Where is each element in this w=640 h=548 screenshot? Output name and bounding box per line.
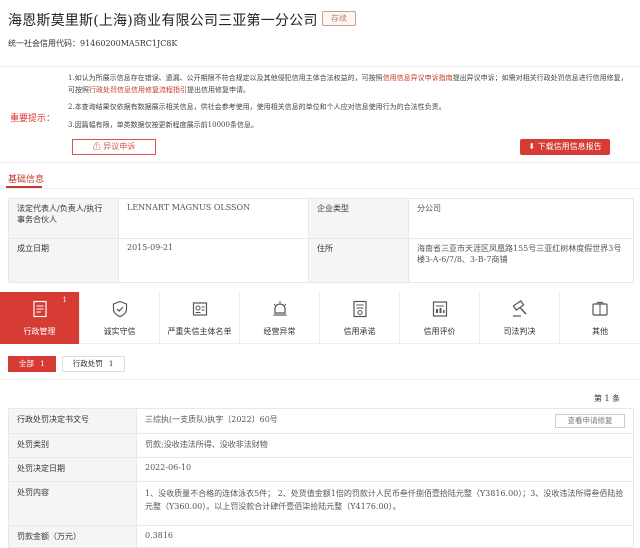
category-tabs: 1 行政管理 诚实守信 严重失信主体名单 经营异常 信用承诺 信用评价 司法判决… (0, 292, 640, 344)
tab-judicial[interactable]: 司法判决 (480, 292, 560, 344)
tab-credit-promise[interactable]: 信用承诺 (320, 292, 400, 344)
filter-label: 全部 (19, 359, 34, 368)
decision-date-value: 2022-06-10 (136, 457, 634, 482)
tab-blacklist[interactable]: 严重失信主体名单 (160, 292, 240, 344)
penalty-record-table: 行政处罚决定书文号 三综执(一支质队)执字〔2022〕60号 查看申请修复 处罚… (8, 408, 634, 548)
notice-label: 重要提示： (10, 114, 56, 124)
objection-icon: ⚠ (92, 142, 101, 151)
tab-label: 信用评价 (423, 327, 456, 336)
notice-line-3: 3.因篇幅有限，单类数据仅按更新程度展示前10000条信息。 (68, 120, 258, 129)
table-row: 法定代表人/负责人/执行事务合伙人 LENNART MAGNUS OLSSON … (8, 198, 634, 239)
view-repair-button[interactable]: 查看申请修复 (555, 414, 625, 428)
tab-honesty[interactable]: 诚实守信 (80, 292, 160, 344)
tab-other[interactable]: 其他 (560, 292, 640, 344)
notice-line-1a: 1.如认为所展示信息存在错误、遗漏、公开期限不符合规定以及其他侵犯信用主体合法权… (68, 74, 383, 82)
blacklist-icon (192, 302, 208, 316)
credit-code-value: 91460200MA5RC1JC8K (80, 39, 178, 48)
basic-info-title: 基础信息 (8, 175, 45, 185)
download-report-button[interactable]: ⬇ 下载信用信息报告 (520, 139, 610, 155)
download-label: 下载信用信息报告 (537, 142, 602, 151)
objection-button[interactable]: ⚠ 异议申诉 (72, 139, 156, 155)
address-value: 海南省三亚市天涯区凤凰路155号三亚红树林度假世界3号楼3-A-6/7/8、3-… (408, 238, 634, 283)
other-icon (592, 301, 608, 316)
company-type-value: 分公司 (408, 198, 634, 239)
company-name: 海恩斯莫里斯(上海)商业有限公司三亚第一分公司 (8, 13, 318, 29)
filter-count: 1 (108, 359, 114, 368)
legal-rep-label: 法定代表人/负责人/执行事务合伙人 (8, 198, 119, 239)
penalty-content-label: 处罚内容 (8, 481, 137, 526)
shield-icon (112, 300, 128, 318)
filter-all[interactable]: 全部 1 (8, 356, 56, 372)
table-row: 处罚决定日期 2022-06-10 (8, 457, 634, 482)
notice-line-2: 2.本查询结果仅依据有数据展示相关信息，供社会参考使用，使用相关信息的单位和个人… (68, 103, 446, 111)
rating-icon (432, 301, 448, 317)
notice-line-1c: 提出信用修复申请。 (187, 85, 250, 94)
fine-amount-value: 0.3816 (136, 525, 634, 548)
filter-label: 行政处罚 (72, 359, 103, 368)
tab-admin-management[interactable]: 1 行政管理 (0, 292, 80, 344)
filter-count: 1 (40, 359, 45, 368)
promise-icon (353, 300, 367, 318)
table-row: 行政处罚决定书文号 三综执(一支质队)执字〔2022〕60号 查看申请修复 (8, 408, 634, 434)
tab-credit-rating[interactable]: 信用评价 (400, 292, 480, 344)
filter-divider (0, 379, 640, 380)
notice-line-1: 1.如认为所展示信息存在错误、遗漏、公开期限不符合规定以及其他侵犯信用主体合法权… (68, 73, 628, 96)
alert-icon (273, 301, 287, 316)
decision-no-cell: 三综执(一支质队)执字〔2022〕60号 查看申请修复 (136, 408, 634, 434)
gavel-icon (512, 300, 527, 317)
tab-abnormal[interactable]: 经营异常 (240, 292, 320, 344)
tab-label: 行政管理 (23, 327, 56, 336)
download-icon: ⬇ (528, 142, 536, 151)
credit-code-label: 统一社会信用代码： (8, 39, 80, 48)
founding-date-value: 2015-09-21 (118, 238, 309, 283)
table-row: 成立日期 2015-09-21 住所 海南省三亚市天涯区凤凰路155号三亚红树林… (8, 238, 634, 283)
filter-bar: 全部 1 行政处罚 1 (8, 356, 131, 372)
penalty-type-value: 罚款;没收违法所得、没收非法财物 (136, 433, 634, 458)
filter-admin-penalty[interactable]: 行政处罚 1 (61, 356, 125, 372)
table-row: 罚款金额（万元） 0.3816 (8, 525, 634, 548)
objection-label: 异议申诉 (103, 142, 136, 151)
repair-guide-link[interactable]: 行政处罚信息信用修复流程指引 (89, 86, 187, 94)
status-badge: 存续 (322, 11, 356, 26)
tab-label: 其他 (592, 327, 608, 336)
penalty-content-value: 1、没收质量不合格的连体泳衣5件； 2、处货值金额1倍的罚款计人民币叁仟捌佰壹拾… (136, 481, 634, 526)
notice-text: 1.如认为所展示信息存在错误、遗漏、公开期限不符合规定以及其他侵犯信用主体合法权… (68, 73, 628, 137)
tab-label: 严重失信主体名单 (167, 327, 232, 336)
founding-date-label: 成立日期 (8, 238, 119, 283)
decision-no-value: 三综执(一支质队)执字〔2022〕60号 (145, 415, 278, 424)
document-icon (33, 300, 47, 318)
tab-count: 1 (62, 296, 67, 304)
appeal-guide-link[interactable]: 信用信息异议申诉指南 (383, 74, 453, 82)
table-row: 处罚内容 1、没收质量不合格的连体泳衣5件； 2、处货值金额1倍的罚款计人民币叁… (8, 481, 634, 526)
company-type-label: 企业类型 (308, 198, 409, 239)
company-header: 海恩斯莫里斯(上海)商业有限公司三亚第一分公司 存续 统一社会信用代码：9146… (0, 0, 640, 60)
table-row: 处罚类别 罚款;没收违法所得、没收非法财物 (8, 433, 634, 458)
section-divider (0, 188, 640, 189)
decision-no-label: 行政处罚决定书文号 (8, 408, 137, 434)
basic-info-table: 法定代表人/负责人/执行事务合伙人 LENNART MAGNUS OLSSON … (8, 198, 634, 283)
decision-date-label: 处罚决定日期 (8, 457, 137, 482)
fine-amount-label: 罚款金额（万元） (8, 525, 137, 548)
tab-label: 诚实守信 (103, 327, 136, 336)
legal-rep-value: LENNART MAGNUS OLSSON (118, 198, 309, 239)
tab-label: 经营异常 (263, 327, 296, 336)
penalty-type-label: 处罚类别 (8, 433, 137, 458)
record-number: 第 1 条 (594, 394, 621, 403)
credit-code: 统一社会信用代码：91460200MA5RC1JC8K (8, 38, 177, 49)
address-label: 住所 (308, 238, 409, 283)
tab-label: 司法判决 (503, 327, 536, 336)
tab-label: 信用承诺 (343, 327, 376, 336)
important-notice: 重要提示： 1.如认为所展示信息存在错误、遗漏、公开期限不符合规定以及其他侵犯信… (0, 66, 640, 163)
